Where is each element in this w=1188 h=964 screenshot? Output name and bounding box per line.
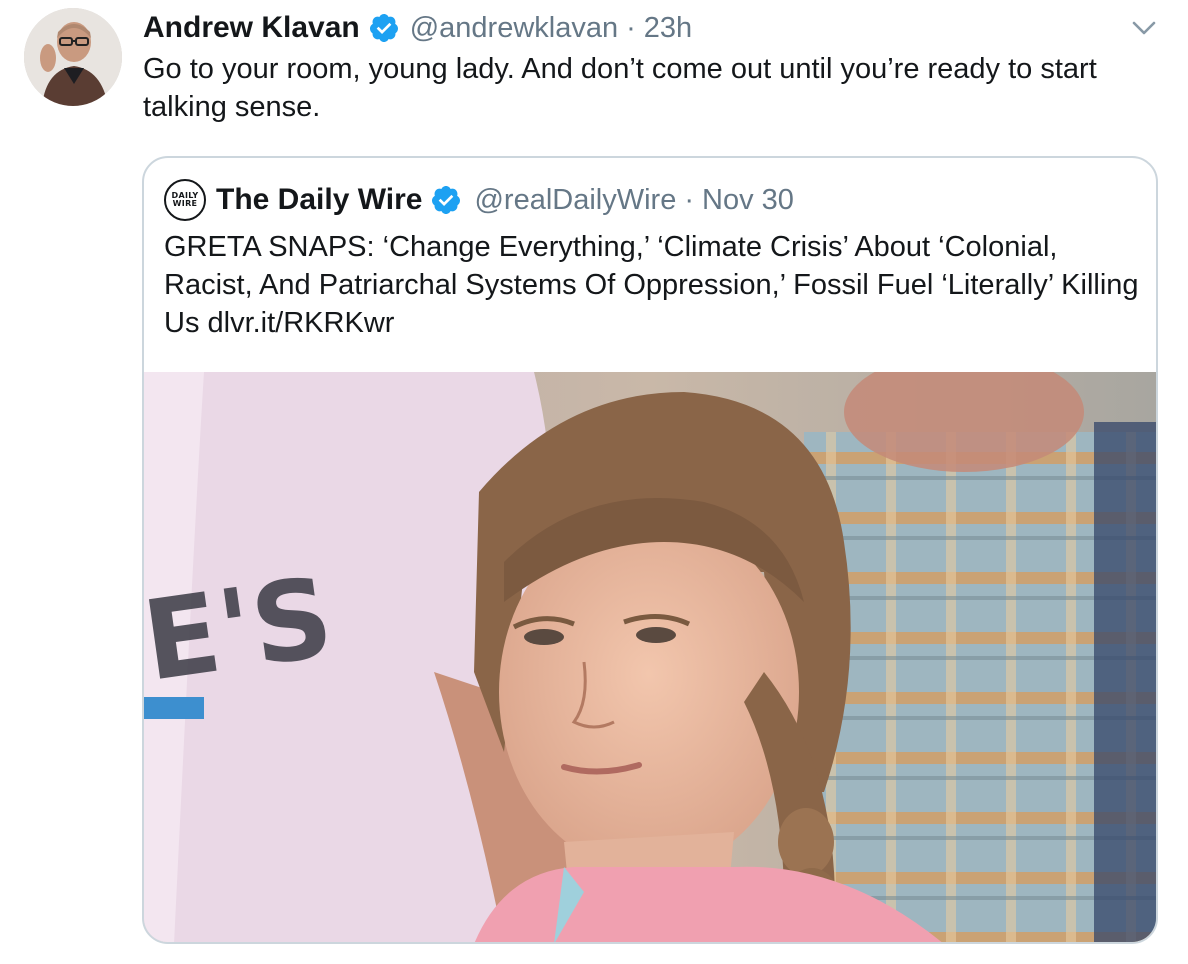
daily-wire-logo: DAILY WIRE <box>164 179 206 221</box>
tweet-timestamp[interactable]: 23h <box>644 12 692 45</box>
author-display-name[interactable]: Andrew Klavan <box>143 11 360 45</box>
quoted-tweet-header: DAILY WIRE The Daily Wire @realDailyWire… <box>164 178 794 222</box>
tweet: Andrew Klavan @andrewklavan · 23h Go to … <box>0 0 1188 964</box>
author-avatar[interactable] <box>24 8 122 106</box>
quoted-tweet-card[interactable]: DAILY WIRE The Daily Wire @realDailyWire… <box>142 156 1158 944</box>
quoted-author-display-name: The Daily Wire <box>216 183 423 216</box>
chevron-down-icon[interactable] <box>1128 14 1160 42</box>
separator-dot: · <box>684 183 694 216</box>
quoted-tweet-photo[interactable]: E'S <box>144 372 1156 942</box>
shirt-lettering: E'S <box>144 553 340 706</box>
logo-line-2: WIRE <box>172 199 198 208</box>
quoted-author-handle: @realDailyWire <box>474 183 677 216</box>
tweet-header: Andrew Klavan @andrewklavan · 23h <box>143 8 692 48</box>
photo-illustration: E'S <box>144 372 1156 942</box>
quoted-tweet-text: GRETA SNAPS: ‘Change Everything,’ ‘Clima… <box>164 231 1139 339</box>
author-handle[interactable]: @andrewklavan <box>410 12 618 45</box>
separator-dot: · <box>626 11 636 44</box>
quoted-tweet-date: Nov 30 <box>702 183 794 216</box>
avatar-photo <box>24 8 122 106</box>
verified-badge-icon <box>368 12 400 44</box>
verified-badge-icon <box>430 184 462 216</box>
tweet-text: Go to your room, young lady. And don’t c… <box>143 53 1097 123</box>
